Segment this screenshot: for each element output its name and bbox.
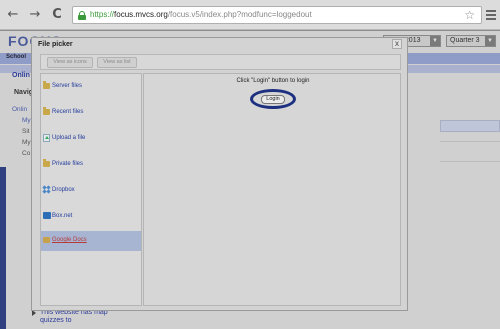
chevron-down-icon: ▼	[430, 36, 440, 46]
url-path: /focus.v5/index.php?modfunc=loggedout	[167, 10, 312, 19]
repo-label: Upload a file	[52, 135, 86, 141]
url-host: focus.mvcs.org	[114, 10, 168, 19]
box-icon	[43, 212, 51, 219]
repo-box-net[interactable]: Box.net	[41, 207, 141, 227]
divider	[440, 161, 500, 162]
repo-google-docs[interactable]: Google Docs	[41, 231, 141, 251]
login-message: Click "Login" button to login	[236, 78, 310, 84]
online-label: Onlin	[12, 72, 30, 79]
google-docs-icon	[43, 237, 50, 243]
reload-button[interactable]: C	[50, 8, 64, 22]
login-button[interactable]: Login	[261, 95, 285, 104]
repo-label: Recent files	[52, 109, 84, 115]
lock-icon	[78, 11, 86, 20]
view-as-list-button[interactable]: View as list	[97, 57, 137, 68]
repo-dropbox[interactable]: Dropbox	[41, 181, 141, 201]
left-item[interactable]: Co	[22, 150, 30, 157]
divider	[440, 141, 500, 142]
browser-toolbar: ← → C https://focus.mvcs.org/focus.v5/in…	[0, 0, 500, 30]
folder-icon	[43, 107, 50, 115]
view-as-icons-button[interactable]: View as icons	[47, 57, 93, 68]
repository-list: Server files Recent files Upload a file …	[40, 73, 142, 306]
repo-label: Dropbox	[52, 187, 75, 193]
quarter-select-value: Quarter 3	[450, 37, 480, 44]
view-toolbar: View as icons View as list	[40, 54, 401, 70]
left-item[interactable]: Onlin	[12, 106, 27, 113]
url-scheme: https://	[90, 10, 115, 19]
address-bar[interactable]: https://focus.mvcs.org/focus.v5/index.ph…	[72, 6, 482, 24]
map-quiz-text: This website has map quizzes to	[40, 309, 108, 324]
school-label: School	[6, 54, 27, 60]
repo-server-files[interactable]: Server files	[41, 77, 141, 97]
map-quiz-link[interactable]: This website has map quizzes to	[32, 309, 120, 325]
repo-label: Google Docs	[52, 237, 87, 243]
repo-private-files[interactable]: Private files	[41, 155, 141, 175]
login-highlight-ring: Login	[250, 89, 296, 109]
file-picker-dialog: File picker x View as icons View as list…	[31, 37, 408, 311]
forward-button[interactable]: →	[28, 8, 42, 22]
browser-menu-icon[interactable]	[486, 10, 496, 22]
repo-label: Private files	[52, 161, 84, 167]
left-item[interactable]: My	[22, 139, 31, 146]
repo-label: Server files	[52, 83, 83, 89]
close-button[interactable]: x	[392, 39, 402, 49]
folder-icon	[43, 81, 50, 89]
left-item[interactable]: My	[22, 117, 31, 124]
chevron-down-icon: ▼	[485, 36, 495, 46]
bookmark-star-icon[interactable]: ☆	[464, 8, 475, 22]
folder-icon	[43, 159, 50, 167]
left-item[interactable]: Sit	[22, 128, 30, 135]
quarter-select[interactable]: Quarter 3 ▼	[446, 35, 496, 47]
dropbox-icon	[42, 185, 51, 194]
repo-recent-files[interactable]: Recent files	[41, 103, 141, 123]
repo-label: Box.net	[52, 213, 73, 219]
side-panel	[0, 167, 6, 329]
back-button[interactable]: ←	[6, 8, 20, 22]
repo-upload-file[interactable]: Upload a file	[41, 129, 141, 149]
highlight-box	[440, 120, 500, 132]
content-panel: Click "Login" button to login Login	[143, 73, 401, 306]
dialog-title: File picker	[38, 41, 73, 48]
upload-icon	[43, 134, 50, 142]
url-text: https://focus.mvcs.org/focus.v5/index.ph…	[90, 10, 312, 19]
